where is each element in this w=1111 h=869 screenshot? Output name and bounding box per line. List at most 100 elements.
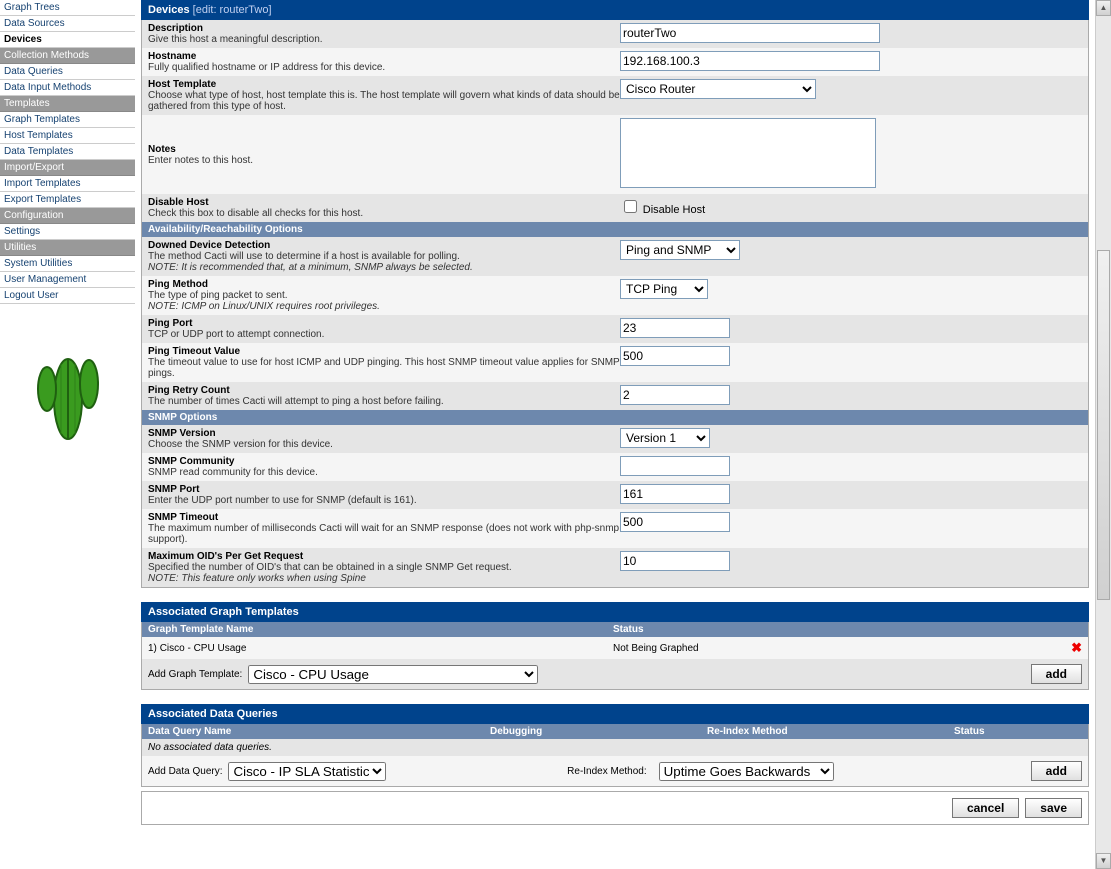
add-graph-template-button[interactable]: add (1031, 664, 1082, 684)
dq-col-debug: Debugging (490, 726, 707, 737)
main-content: Devices [edit: routerTwo] Description Gi… (135, 0, 1095, 825)
sidebar: Graph Trees Data Sources Devices Collect… (0, 0, 135, 825)
sidebar-header-templates: Templates (0, 96, 135, 112)
vertical-scrollbar[interactable]: ▲ ▼ (1095, 0, 1111, 869)
max-oid-input[interactable] (620, 551, 730, 571)
sidebar-header-importexport: Import/Export (0, 160, 135, 176)
dq-col-name: Data Query Name (148, 726, 490, 737)
snmp-version-desc: Choose the SNMP version for this device. (148, 439, 620, 450)
sidebar-item-graph-templates[interactable]: Graph Templates (0, 112, 135, 128)
sidebar-item-data-templates[interactable]: Data Templates (0, 144, 135, 160)
disable-host-title: Disable Host (148, 197, 620, 208)
hostname-input[interactable] (620, 51, 880, 71)
ping-method-desc: The type of ping packet to sent. (148, 290, 620, 301)
snmp-timeout-desc: The maximum number of milliseconds Cacti… (148, 523, 620, 545)
gt-col-name: Graph Template Name (148, 624, 613, 635)
delete-icon[interactable]: ✖ (1071, 640, 1082, 656)
availability-header: Availability/Reachability Options (141, 222, 1089, 237)
snmp-timeout-title: SNMP Timeout (148, 512, 620, 523)
reindex-method-select[interactable]: Uptime Goes Backwards (659, 762, 834, 781)
host-template-title: Host Template (148, 79, 620, 90)
panel-title: Devices (148, 4, 190, 16)
notes-title: Notes (148, 144, 620, 155)
notes-textarea[interactable] (620, 118, 876, 188)
ping-timeout-title: Ping Timeout Value (148, 346, 620, 357)
description-desc: Give this host a meaningful description. (148, 34, 620, 45)
cancel-button[interactable]: cancel (952, 798, 1019, 818)
description-title: Description (148, 23, 620, 34)
sidebar-header-collection: Collection Methods (0, 48, 135, 64)
host-template-desc: Choose what type of host, host template … (148, 90, 620, 112)
sidebar-item-host-templates[interactable]: Host Templates (0, 128, 135, 144)
gt-row-status: Not Being Graphed (613, 643, 1071, 654)
add-data-query-select[interactable]: Cisco - IP SLA Statistics (228, 762, 386, 781)
disable-host-checkbox[interactable] (624, 200, 637, 213)
add-graph-template-label: Add Graph Template: (148, 669, 242, 680)
ping-method-select[interactable]: TCP Ping (620, 279, 708, 299)
panel-edit-name: [edit: routerTwo] (193, 4, 272, 16)
add-graph-template-select[interactable]: Cisco - CPU Usage (248, 665, 538, 684)
scroll-up-icon[interactable]: ▲ (1096, 0, 1111, 16)
footer-buttons: cancel save (141, 791, 1089, 825)
sidebar-item-graph-trees[interactable]: Graph Trees (0, 0, 135, 16)
sidebar-item-logout[interactable]: Logout User (0, 288, 135, 304)
description-input[interactable] (620, 23, 880, 43)
ping-retry-title: Ping Retry Count (148, 385, 620, 396)
sidebar-item-data-sources[interactable]: Data Sources (0, 16, 135, 32)
snmp-port-input[interactable] (620, 484, 730, 504)
dq-col-reindex: Re-Index Method (707, 726, 954, 737)
notes-desc: Enter notes to this host. (148, 155, 620, 166)
snmp-port-desc: Enter the UDP port number to use for SNM… (148, 495, 620, 506)
ping-retry-input[interactable] (620, 385, 730, 405)
downed-desc: The method Cacti will use to determine i… (148, 251, 620, 262)
add-data-query-label: Add Data Query: (148, 766, 222, 777)
disable-host-desc: Check this box to disable all checks for… (148, 208, 620, 219)
gt-row-idx: 1) (148, 643, 157, 654)
sidebar-item-settings[interactable]: Settings (0, 224, 135, 240)
max-oid-note: NOTE: This feature only works when using… (148, 573, 620, 584)
snmp-community-desc: SNMP read community for this device. (148, 467, 620, 478)
ping-port-input[interactable] (620, 318, 730, 338)
sidebar-item-system-utilities[interactable]: System Utilities (0, 256, 135, 272)
max-oid-desc: Specified the number of OID's that can b… (148, 562, 620, 573)
snmp-header: SNMP Options (141, 410, 1089, 425)
ping-method-note: NOTE: ICMP on Linux/UNIX requires root p… (148, 301, 620, 312)
data-queries-empty: No associated data queries. (141, 739, 1089, 756)
snmp-community-title: SNMP Community (148, 456, 620, 467)
graph-template-row: 1) Cisco - CPU Usage Not Being Graphed ✖ (141, 637, 1089, 659)
ping-port-title: Ping Port (148, 318, 620, 329)
sidebar-item-user-management[interactable]: User Management (0, 272, 135, 288)
add-data-query-button[interactable]: add (1031, 761, 1082, 781)
sidebar-item-import-templates[interactable]: Import Templates (0, 176, 135, 192)
gt-row-name: Cisco - CPU Usage (160, 643, 247, 654)
ping-timeout-input[interactable] (620, 346, 730, 366)
ping-port-desc: TCP or UDP port to attempt connection. (148, 329, 620, 340)
ping-retry-desc: The number of times Cacti will attempt t… (148, 396, 620, 407)
cacti-logo (0, 329, 135, 452)
snmp-port-title: SNMP Port (148, 484, 620, 495)
sidebar-item-data-queries[interactable]: Data Queries (0, 64, 135, 80)
sidebar-header-utilities: Utilities (0, 240, 135, 256)
downed-title: Downed Device Detection (148, 240, 620, 251)
downed-select[interactable]: Ping and SNMP (620, 240, 740, 260)
save-button[interactable]: save (1025, 798, 1082, 818)
snmp-version-select[interactable]: Version 1 (620, 428, 710, 448)
sidebar-item-export-templates[interactable]: Export Templates (0, 192, 135, 208)
snmp-community-input[interactable] (620, 456, 730, 476)
graph-templates-header: Associated Graph Templates (141, 602, 1089, 622)
disable-host-checkbox-label: Disable Host (643, 204, 705, 216)
hostname-title: Hostname (148, 51, 620, 62)
ping-method-title: Ping Method (148, 279, 620, 290)
dq-col-status: Status (954, 726, 985, 737)
downed-note: NOTE: It is recommended that, at a minim… (148, 262, 620, 273)
snmp-version-title: SNMP Version (148, 428, 620, 439)
gt-col-status: Status (613, 624, 644, 635)
host-template-select[interactable]: Cisco Router (620, 79, 816, 99)
sidebar-header-configuration: Configuration (0, 208, 135, 224)
scroll-thumb[interactable] (1097, 250, 1110, 600)
snmp-timeout-input[interactable] (620, 512, 730, 532)
panel-header: Devices [edit: routerTwo] (141, 0, 1089, 20)
sidebar-item-devices[interactable]: Devices (0, 32, 135, 48)
scroll-down-icon[interactable]: ▼ (1096, 853, 1111, 869)
sidebar-item-data-input[interactable]: Data Input Methods (0, 80, 135, 96)
